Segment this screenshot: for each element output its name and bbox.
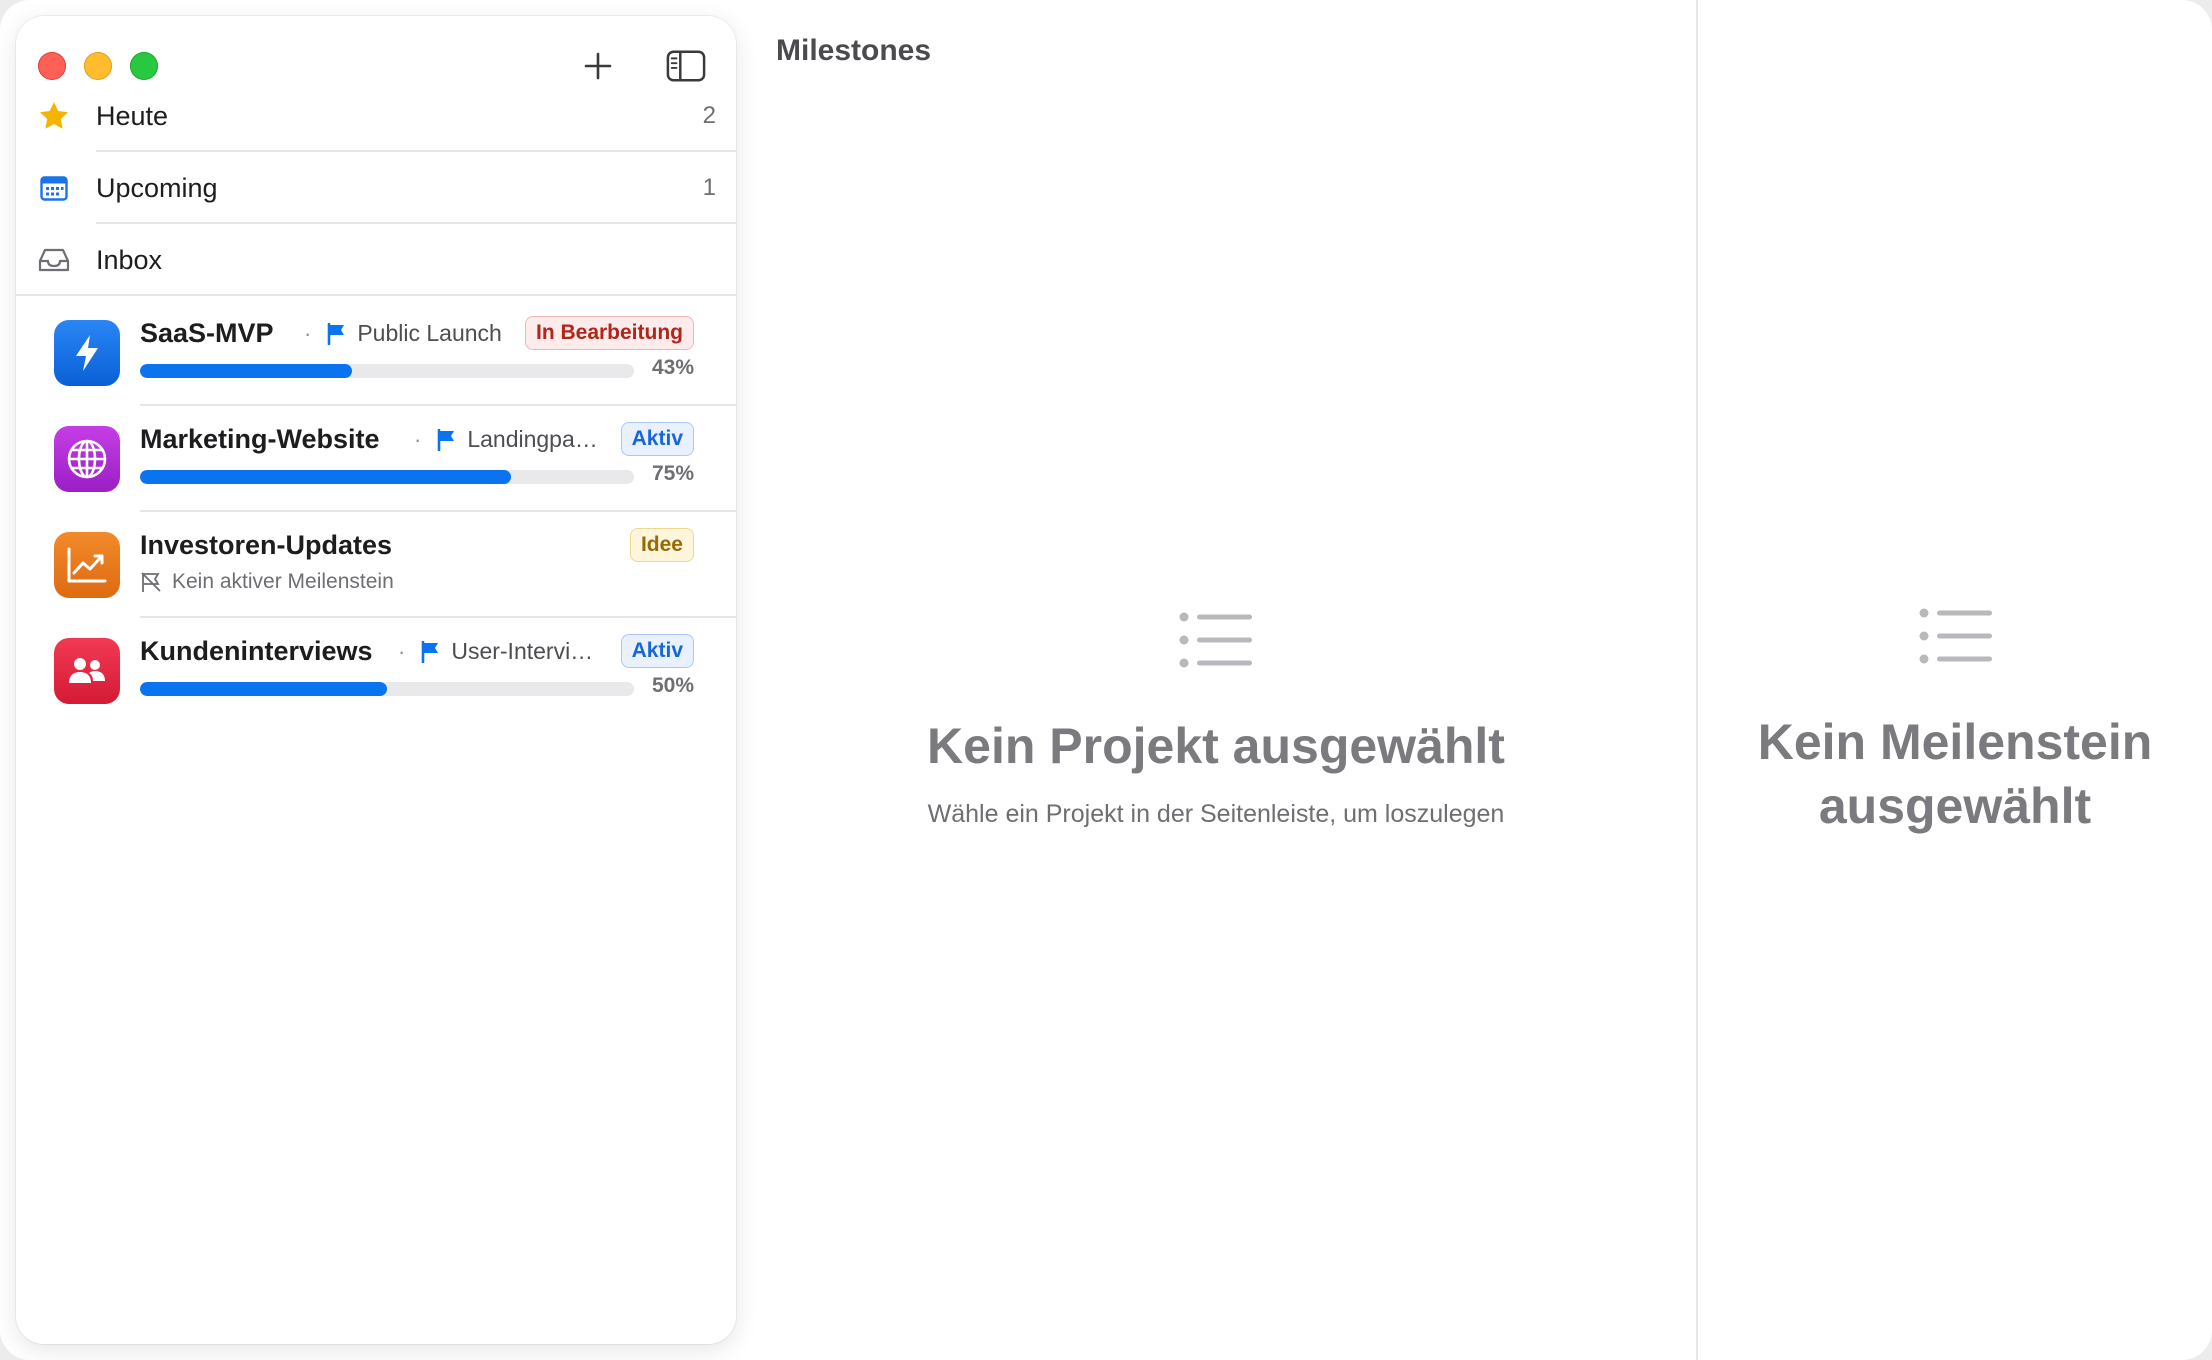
flag-slash-icon xyxy=(141,572,161,592)
progress-fill xyxy=(140,682,387,696)
star-icon xyxy=(38,100,70,132)
progress-bar xyxy=(140,682,634,696)
status-badge: In Bearbeitung xyxy=(524,316,694,350)
project-name: Kundeninterviews xyxy=(140,636,373,666)
project-name: Investoren-Updates xyxy=(140,530,393,560)
detail-empty-title-line1: Kein Meilenstein xyxy=(1757,714,2153,770)
progress-fill xyxy=(140,470,511,484)
sidebar-item-upcoming[interactable]: Upcoming 1 xyxy=(16,152,736,224)
status-badge: Idee xyxy=(629,528,694,562)
progress-percent: 43% xyxy=(651,356,694,379)
list-icon xyxy=(1916,606,1996,666)
milestone-label: User-Intervi… xyxy=(451,638,594,664)
detail-empty-title-line2: ausgewählt xyxy=(1818,778,2092,834)
sidebar-item-heute[interactable]: Heute 2 xyxy=(16,80,736,152)
milestone-label: Landingpa… xyxy=(467,426,598,452)
empty-state-title: Kein Projekt ausgewählt xyxy=(927,718,1505,774)
project-milestone: · User-Intervi… xyxy=(398,638,593,665)
sidebar-item-inbox[interactable]: Inbox xyxy=(16,224,736,296)
flag-icon xyxy=(437,428,457,451)
bolt-icon xyxy=(54,320,120,386)
status-badge: Aktiv xyxy=(620,422,694,456)
project-row-saas-mvp[interactable]: SaaS-MVP · Public Launch In Bearbeitung … xyxy=(16,300,736,406)
separator-dot: · xyxy=(414,426,422,452)
close-window-button[interactable] xyxy=(38,52,66,80)
window-title: Milestones xyxy=(776,34,932,67)
zoom-window-button[interactable] xyxy=(130,52,158,80)
calendar-icon xyxy=(38,172,70,204)
progress-bar xyxy=(140,470,634,484)
empty-state-subtitle: Wähle ein Projekt in der Seitenleiste, u… xyxy=(927,800,1505,828)
sidebar-item-count: 1 xyxy=(702,174,716,201)
separator-dot: · xyxy=(304,320,312,346)
separator-dot: · xyxy=(398,638,406,664)
detail-empty-title: Kein Meilenstein ausgewählt xyxy=(1710,710,2200,838)
project-milestone: · Public Launch xyxy=(304,320,502,347)
milestone-label: Kein aktiver Meilenstein xyxy=(172,570,394,593)
project-name: SaaS-MVP xyxy=(140,318,274,348)
progress-bar xyxy=(140,364,634,378)
flag-icon xyxy=(327,322,347,345)
sidebar-item-label: Heute xyxy=(96,101,169,131)
list-icon xyxy=(1176,610,1256,670)
plus-icon xyxy=(584,52,612,80)
divider xyxy=(16,294,736,296)
globe-icon xyxy=(54,426,120,492)
project-row-investoren-updates[interactable]: Investoren-Updates Idee Kein aktiver Mei… xyxy=(16,512,736,618)
milestone-label: Public Launch xyxy=(357,320,502,346)
progress-percent: 50% xyxy=(651,674,694,697)
sidebar-item-label: Upcoming xyxy=(96,173,218,203)
project-row-marketing-website[interactable]: Marketing-Website · Landingpa… Aktiv 75% xyxy=(16,406,736,512)
inbox-icon xyxy=(38,244,70,276)
sidebar-toggle-icon xyxy=(666,50,706,82)
column-divider[interactable] xyxy=(1696,0,1698,1360)
no-milestone-label: Kein aktiver Meilenstein xyxy=(140,570,394,594)
sidebar-item-label: Inbox xyxy=(96,245,163,275)
minimize-window-button[interactable] xyxy=(84,52,112,80)
project-name: Marketing-Website xyxy=(140,424,380,454)
flag-icon xyxy=(421,640,441,663)
project-milestone: · Landingpa… xyxy=(414,426,598,453)
app-window: Heute 2 Upcoming 1 Inbox SaaS-MVP · Publ… xyxy=(0,0,2212,1360)
status-badge: Aktiv xyxy=(620,634,694,668)
project-row-kundeninterviews[interactable]: Kundeninterviews · User-Intervi… Aktiv 5… xyxy=(16,618,736,724)
progress-percent: 75% xyxy=(651,462,694,485)
progress-fill xyxy=(140,364,353,378)
chart-line-icon xyxy=(54,532,120,598)
people-icon xyxy=(54,638,120,704)
sidebar-item-count: 2 xyxy=(702,102,716,129)
sidebar: Heute 2 Upcoming 1 Inbox SaaS-MVP · Publ… xyxy=(16,16,736,1344)
